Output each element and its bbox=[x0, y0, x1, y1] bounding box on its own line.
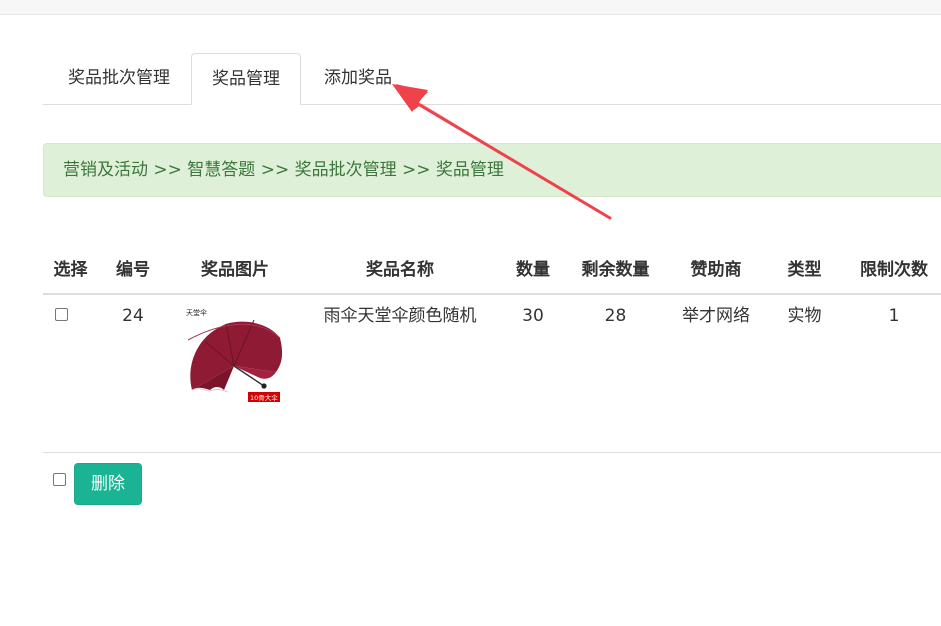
column-header-sponsor: 赞助商 bbox=[690, 260, 742, 280]
column-header-remaining: 剩余数量 bbox=[581, 260, 650, 280]
delete-button[interactable]: 删除 bbox=[74, 463, 142, 505]
prize-image-tag: 10骨大伞 bbox=[250, 393, 278, 402]
row-remaining: 28 bbox=[604, 306, 627, 326]
column-header-quantity: 数量 bbox=[516, 260, 550, 280]
column-header-name: 奖品名称 bbox=[366, 260, 434, 280]
table-row: 24 天堂伞 10骨大伞 雨伞天堂伞颜色随机 30 28 举才网络 实物 1 bbox=[43, 294, 941, 453]
breadcrumb: 营销及活动 >> 智慧答题 >> 奖品批次管理 >> 奖品管理 bbox=[43, 143, 941, 197]
row-quantity: 30 bbox=[522, 306, 544, 326]
row-select-checkbox[interactable] bbox=[54, 308, 68, 321]
prize-image-umbrella: 天堂伞 10骨大伞 bbox=[184, 306, 284, 410]
tab-prize-management[interactable]: 奖品管理 bbox=[191, 53, 301, 105]
table-header-row: 选择 编号 奖品图片 奖品名称 数量 剩余数量 赞助商 类型 限制次数 bbox=[43, 247, 941, 295]
column-header-image: 奖品图片 bbox=[201, 260, 269, 280]
column-header-limit: 限制次数 bbox=[860, 260, 928, 280]
row-prize-name: 雨伞天堂伞颜色随机 bbox=[323, 306, 477, 326]
tab-bar: 奖品批次管理 奖品管理 添加奖品 bbox=[43, 53, 941, 105]
column-header-id: 编号 bbox=[116, 260, 150, 280]
row-sponsor: 举才网络 bbox=[682, 306, 750, 326]
top-bar bbox=[0, 0, 941, 15]
column-header-select: 选择 bbox=[53, 260, 88, 280]
tab-prize-batch-management[interactable]: 奖品批次管理 bbox=[51, 53, 187, 104]
row-limit: 1 bbox=[888, 306, 900, 326]
row-select-cell bbox=[53, 308, 69, 324]
prize-image-brand: 天堂伞 bbox=[186, 308, 207, 317]
row-id: 24 bbox=[122, 306, 144, 326]
row-type: 实物 bbox=[787, 306, 822, 326]
select-all-checkbox[interactable] bbox=[53, 473, 66, 486]
column-header-type: 类型 bbox=[787, 260, 822, 280]
tab-add-prize[interactable]: 添加奖品 bbox=[305, 53, 411, 104]
